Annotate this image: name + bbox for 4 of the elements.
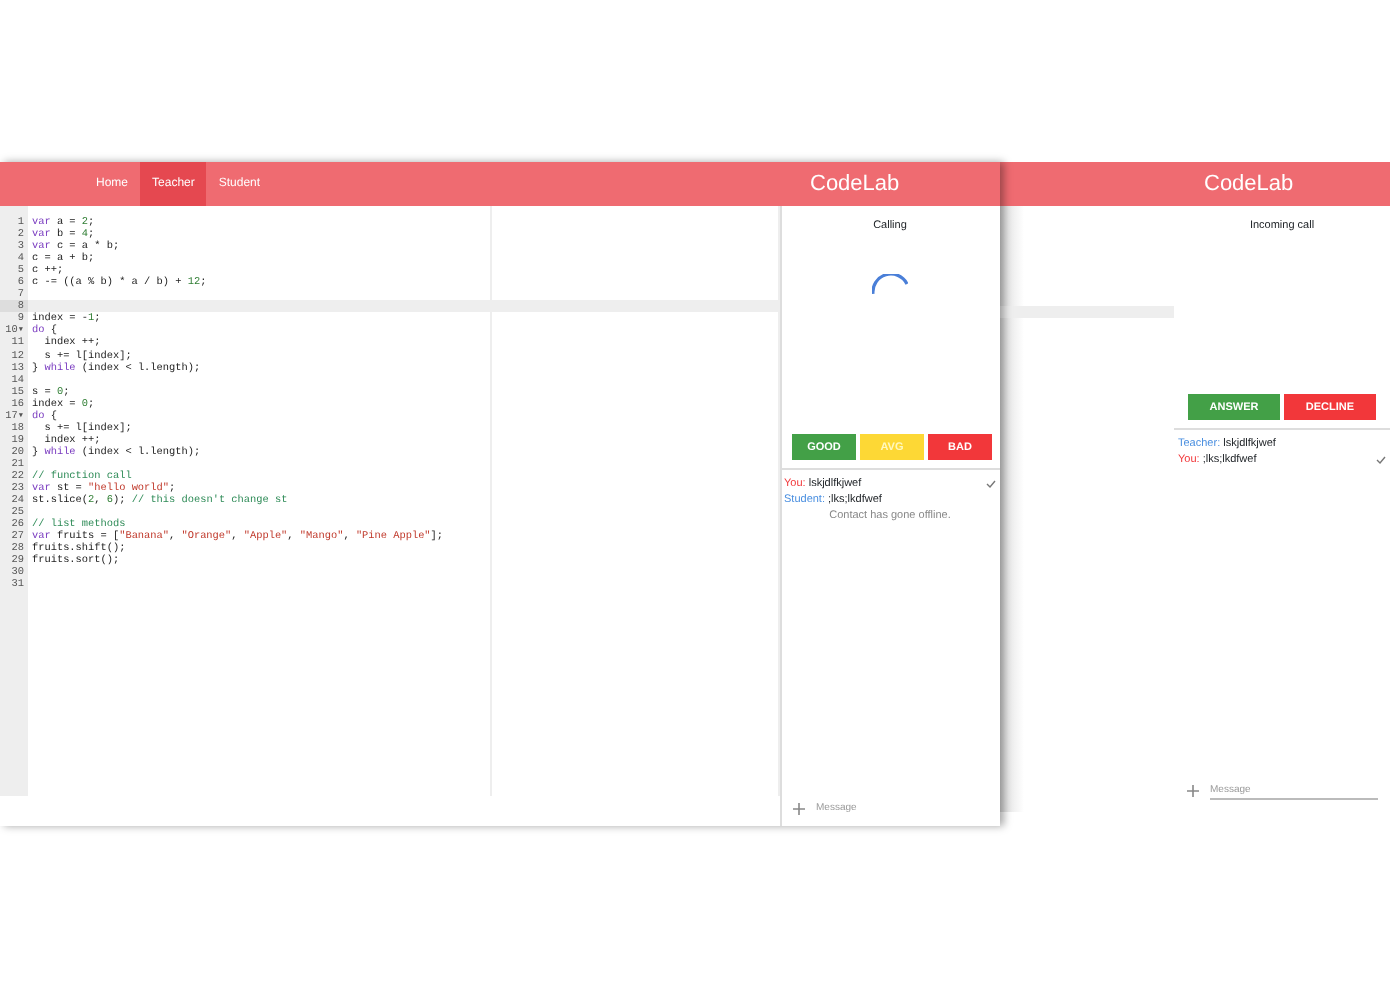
app-title: CodeLab [780, 162, 1000, 206]
add-icon[interactable] [1186, 783, 1200, 797]
add-icon[interactable] [792, 801, 806, 815]
app-title: CodeLab [1174, 162, 1390, 206]
